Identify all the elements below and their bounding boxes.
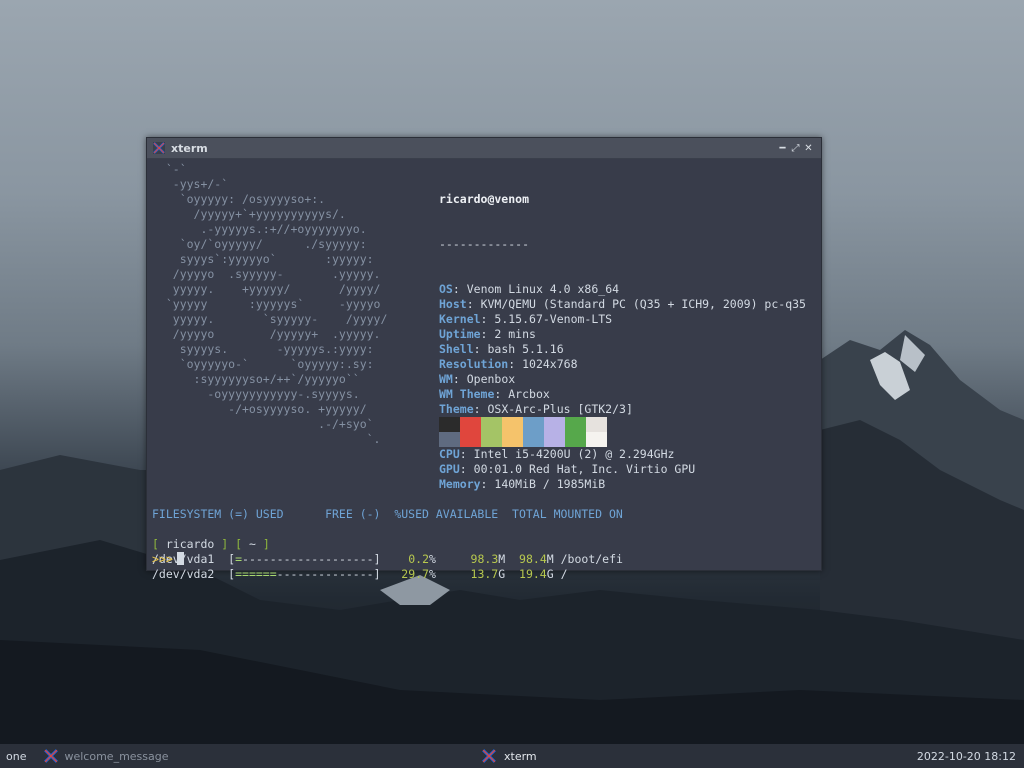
fs-available-unit: M	[498, 552, 506, 566]
sysinfo-key: WM Theme	[439, 387, 495, 401]
fs-bar-used: =	[235, 552, 243, 566]
sysinfo-row: Uptime: 2 mins	[439, 327, 536, 341]
color-swatch	[586, 432, 607, 447]
sysinfo-row: OS: Venom Linux 4.0 x86_64	[439, 282, 620, 296]
sysinfo-value: Intel i5-4200U (2) @ 2.294GHz	[473, 447, 675, 461]
sysinfo-key: Theme	[439, 402, 474, 416]
color-swatch	[481, 432, 502, 447]
window-titlebar[interactable]: xterm ━ ⤢ ✕	[147, 138, 821, 158]
fs-total-unit: M	[546, 552, 554, 566]
prompt-dir: ~	[248, 537, 256, 551]
color-swatch	[544, 432, 565, 447]
sysinfo-value: 5.15.67-Venom-LTS	[494, 312, 613, 326]
desktop-name[interactable]: one	[0, 750, 32, 763]
text-cursor	[176, 552, 184, 565]
sysinfo-block: ricardo@venom ------------- OS: Venom Li…	[439, 162, 806, 522]
prompt-line: [ ricardo ] [ ~ ]	[152, 537, 270, 551]
color-swatch	[502, 432, 523, 447]
filesystem-row: /dev/vda1 [=-------------------] 0.2% 98…	[152, 552, 623, 567]
color-swatch	[460, 417, 481, 432]
sysinfo-row: WM: Openbox	[439, 372, 516, 386]
clock[interactable]: 2022-10-20 18:12	[917, 750, 1016, 763]
sysinfo-value: 2 mins	[494, 327, 536, 341]
sysinfo-key: Resolution	[439, 357, 509, 371]
sysinfo-key: OS	[439, 282, 453, 296]
sysinfo-key: Shell	[439, 342, 474, 356]
color-swatch	[439, 432, 460, 447]
color-swatch	[502, 417, 523, 432]
task-label: xterm	[504, 749, 537, 763]
fs-mount: /	[560, 567, 568, 581]
sysinfo-key: Uptime	[439, 327, 481, 341]
fs-available: 13.7	[470, 567, 499, 581]
fs-percent: 0.2	[394, 552, 429, 566]
sysinfo-value: Arcbox	[508, 387, 550, 401]
color-swatch	[439, 417, 460, 432]
sysinfo-value: Openbox	[466, 372, 516, 386]
task-welcome-message[interactable]: welcome_message	[44, 749, 169, 763]
fs-total: 19.4	[519, 567, 547, 581]
sysinfo-row: CPU: Intel i5-4200U (2) @ 2.294GHz	[439, 447, 675, 461]
sysinfo-value: 1024x768	[522, 357, 578, 371]
sysinfo-value: KVM/QEMU (Standard PC (Q35 + ICH9, 2009)…	[480, 297, 806, 311]
taskbar: one welcome_message xterm 2022-10-20 18:…	[0, 744, 1024, 768]
color-swatch	[565, 432, 586, 447]
x-logo-icon	[153, 142, 165, 154]
color-swatch	[544, 417, 565, 432]
xterm-window[interactable]: xterm ━ ⤢ ✕ `-` -yys+/-` `oyyyyy: /osyyy…	[146, 137, 822, 581]
color-swatch	[460, 432, 481, 447]
fs-bar-used: ======	[235, 567, 277, 581]
sysinfo-key: WM	[439, 372, 453, 386]
filesystem-header: FILESYSTEM (=) USED FREE (-) %USED AVAIL…	[152, 507, 623, 521]
fs-available-unit: G	[498, 567, 506, 581]
sysinfo-value: Venom Linux 4.0 x86_64	[466, 282, 620, 296]
sysinfo-value: OSX-Arc-Plus [GTK2/3]	[487, 402, 633, 416]
sysinfo-value: bash 5.1.16	[487, 342, 564, 356]
sysinfo-key: CPU	[439, 447, 460, 461]
fs-available: 98.3	[470, 552, 499, 566]
fs-total: 98.4	[519, 552, 547, 566]
sysinfo-key: GPU	[439, 462, 460, 476]
sysinfo-value: 00:01.0 Red Hat, Inc. Virtio GPU	[473, 462, 696, 476]
sysinfo-row: Kernel: 5.15.67-Venom-LTS	[439, 312, 613, 326]
color-swatch	[565, 417, 586, 432]
color-swatch	[523, 432, 544, 447]
sysinfo-key: Host	[439, 297, 467, 311]
task-label: welcome_message	[64, 749, 169, 763]
sysinfo-row: Shell: bash 5.1.16	[439, 342, 564, 356]
fs-device: /dev/vda2	[152, 567, 215, 581]
input-line[interactable]: >>>	[152, 552, 184, 567]
sysinfo-row: WM Theme: Arcbox	[439, 387, 550, 401]
sysinfo-row: Host: KVM/QEMU (Standard PC (Q35 + ICH9,…	[439, 297, 806, 311]
color-swatch	[523, 417, 544, 432]
sysinfo-separator: -------------	[439, 237, 530, 251]
task-xterm[interactable]: xterm	[482, 749, 537, 763]
x-logo-icon	[482, 749, 496, 763]
fs-mount: /boot/efi	[560, 552, 623, 566]
fs-total-unit: G	[546, 567, 554, 581]
sysinfo-row: Theme: OSX-Arc-Plus [GTK2/3]	[439, 402, 633, 416]
fs-bar-free: -------------------	[242, 552, 374, 566]
prompt-user: ricardo	[165, 537, 215, 551]
color-swatch	[481, 417, 502, 432]
color-palette	[439, 417, 607, 447]
sysinfo-header: ricardo@venom	[439, 192, 530, 206]
maximize-button[interactable]: ⤢	[789, 142, 802, 155]
close-button[interactable]: ✕	[802, 142, 815, 155]
venom-ascii-logo: `-` -yys+/-` `oyyyyy: /osyyyyso+:. /yyyy…	[165, 162, 388, 446]
x-logo-icon	[44, 749, 59, 763]
sysinfo-key: Kernel	[439, 312, 481, 326]
prompt-symbol: >>>	[152, 552, 173, 566]
color-swatch	[586, 417, 607, 432]
sysinfo-row: Resolution: 1024x768	[439, 357, 578, 371]
filesystem-row: /dev/vda2 [======--------------] 29.7% 1…	[152, 567, 568, 581]
window-title: xterm	[171, 141, 208, 155]
fs-percent: 29.7	[394, 567, 429, 581]
sysinfo-row: GPU: 00:01.0 Red Hat, Inc. Virtio GPU	[439, 462, 696, 476]
minimize-button[interactable]: ━	[776, 142, 789, 155]
terminal-area[interactable]: `-` -yys+/-` `oyyyyy: /osyyyyso+:. /yyyy…	[147, 159, 821, 581]
fs-bar-free: --------------	[276, 567, 374, 581]
